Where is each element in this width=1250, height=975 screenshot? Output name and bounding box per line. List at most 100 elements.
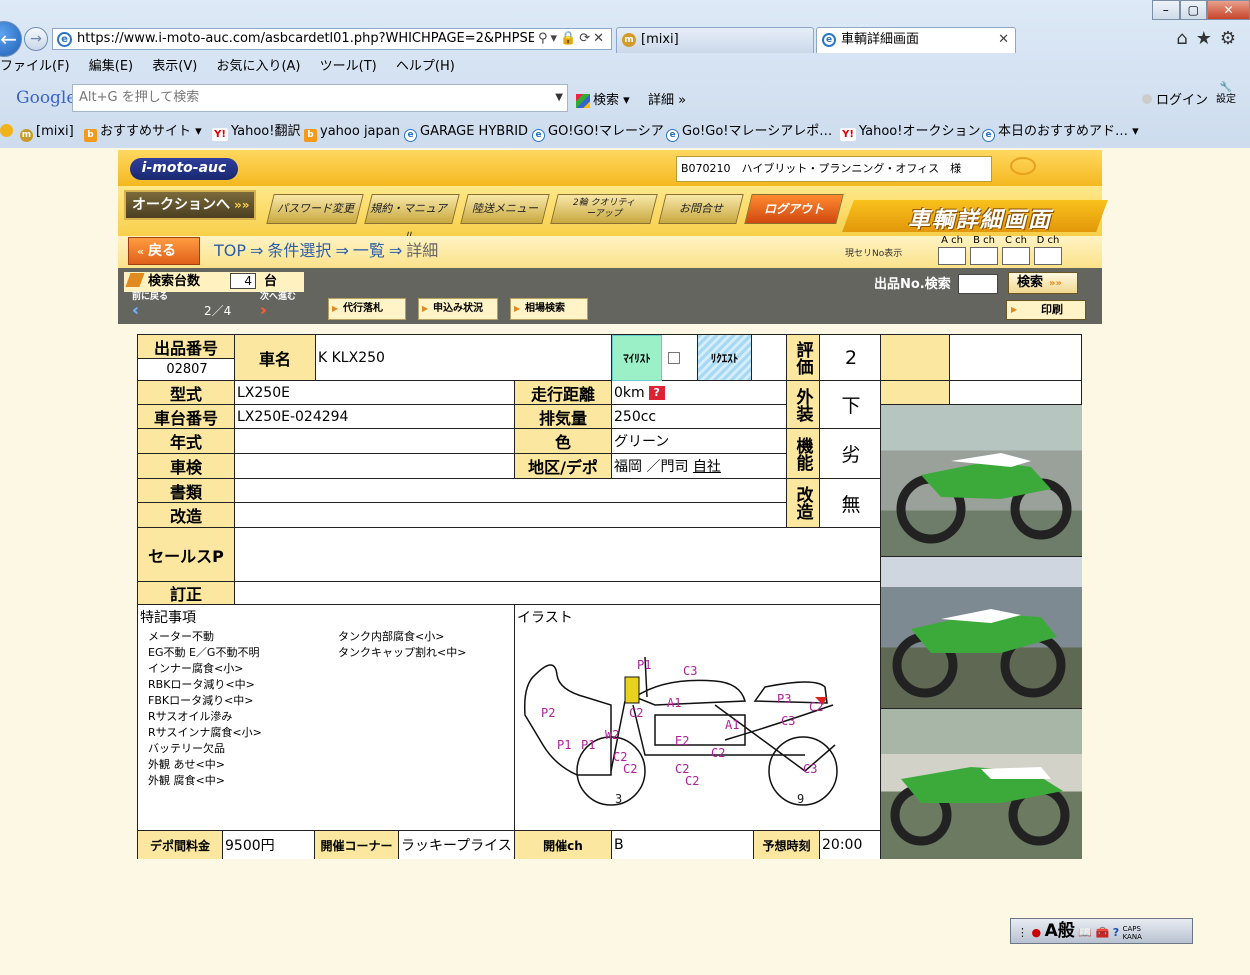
favorites-star-icon[interactable]: ★	[1196, 28, 1220, 49]
mixi-icon: m	[622, 33, 636, 47]
auction-button-label: オークションへ	[132, 197, 230, 213]
channel-c-value	[1002, 247, 1030, 265]
menu-logout[interactable]: ログアウト	[744, 194, 844, 224]
browser-back-button[interactable]: ←	[0, 21, 22, 57]
help-icon[interactable]: ?	[648, 385, 665, 400]
google-search-placeholder: Alt+G を押して検索	[79, 90, 200, 105]
menu-quality-up[interactable]: 2輪 クオリティーアップ	[550, 194, 658, 224]
google-search-icon	[576, 93, 590, 108]
menu-help[interactable]: ヘルプ(H)	[396, 59, 455, 74]
fav-label: Yahoo!翻訳	[231, 124, 301, 139]
breadcrumb-condition[interactable]: 条件選択	[267, 241, 331, 260]
google-login-button[interactable]: ログイン	[1142, 89, 1208, 108]
menu-terms-manual[interactable]: 規約・マニュアル	[364, 194, 460, 243]
fav-gogo-malaysia[interactable]: e GO!GO!マレーシア	[532, 120, 664, 144]
address-bar[interactable]: e https://www.i-moto-auc.com/asbcardetl0…	[52, 28, 612, 50]
close-tab-icon[interactable]: ✕	[998, 28, 1009, 52]
menu-favorites[interactable]: お気に入り(A)	[216, 59, 300, 74]
mylist-cell	[662, 335, 698, 381]
blank-label-cell	[881, 335, 950, 381]
ime-help-icon[interactable]: ?	[1113, 926, 1119, 939]
ime-kanji[interactable]: 般	[1058, 921, 1075, 941]
fav-garage-hybrid[interactable]: e GARAGE HYBRID	[404, 120, 528, 144]
window-controls: – ▢ ✕	[1152, 0, 1250, 20]
special-notes-title: 特記事項	[140, 610, 196, 626]
menu-label: 陸送メニュー	[472, 202, 538, 215]
vehicle-photo-3[interactable]	[881, 709, 1082, 859]
chevron-down-icon[interactable]: ▼	[555, 85, 563, 111]
application-status-button[interactable]: 申込み状況	[418, 298, 498, 320]
ime-pen-icon[interactable]: ●	[1032, 926, 1042, 939]
double-left-arrow-icon: «	[137, 245, 145, 258]
proxy-bid-button[interactable]: 代行落札	[328, 298, 406, 320]
menu-transport[interactable]: 陸送メニュー	[460, 194, 550, 224]
ime-toolbar[interactable]: ⋮ ● A般 📖 🧰 ? CAPS KANA	[1010, 918, 1193, 944]
menu-tools[interactable]: ツール(T)	[320, 59, 377, 74]
back-button[interactable]: «戻る	[128, 237, 200, 265]
favorites-star-icon[interactable]	[0, 120, 16, 144]
label-grade: 評価	[787, 335, 820, 381]
google-search-input[interactable]: Alt+G を押して検索 ▼	[72, 84, 568, 112]
special-notes: 特記事項 メーター不動 EG不動 E／G不動不明 インナー腐食<小> RBKロー…	[138, 605, 515, 831]
home-icon[interactable]: ⌂	[1176, 28, 1195, 49]
note-item: タンクキャップ割れ<中>	[338, 646, 467, 659]
google-logo: Google	[16, 88, 77, 108]
auction-button[interactable]: オークションへ »»	[124, 190, 256, 220]
menu-password-change[interactable]: パスワード変更	[266, 194, 364, 224]
right-arrows-icon: ›››››	[260, 301, 267, 319]
fav-label: 本日のおすすめアド…	[998, 124, 1129, 139]
fav-mixi[interactable]: m [mixi]	[20, 120, 74, 144]
menu-label: ログアウト	[763, 202, 824, 216]
vehicle-photo-2[interactable]	[881, 557, 1082, 709]
fav-label: GO!GO!マレーシア	[548, 124, 664, 139]
next-button[interactable]: 次へ進む ›››››	[260, 292, 296, 318]
fav-todays-recommend[interactable]: e 本日のおすすめアド… ▾	[982, 120, 1139, 144]
fav-yahoo-japan[interactable]: b yahoo japan	[304, 120, 400, 144]
vehicle-photo-1[interactable]	[881, 405, 1082, 557]
menu-view[interactable]: 表示(V)	[152, 59, 197, 74]
close-window-button[interactable]: ✕	[1207, 0, 1250, 20]
fav-gogo-malaysia-report[interactable]: e Go!Go!マレーシアレポ…	[666, 120, 832, 144]
lot-search-button[interactable]: 検索 »»	[1008, 272, 1078, 294]
bing-icon: b	[304, 129, 317, 142]
mylist-checkbox[interactable]	[668, 351, 680, 364]
menu-file[interactable]: ファイル(F)	[0, 59, 70, 74]
caps-label: CAPS	[1122, 925, 1141, 933]
market-search-button[interactable]: 相場検索	[510, 298, 588, 320]
google-search-button[interactable]: 検索 ▾	[576, 89, 630, 108]
ime-dictionary-icon[interactable]: 📖	[1078, 926, 1092, 939]
breadcrumb-top[interactable]: TOP	[214, 241, 246, 260]
ime-tools-icon[interactable]: 🧰	[1095, 926, 1109, 939]
frame-outline	[610, 700, 836, 772]
prev-button[interactable]: 前に戻る ‹‹‹‹‹	[132, 292, 168, 318]
minimize-button[interactable]: –	[1152, 0, 1180, 20]
site-logo[interactable]: i-moto-auc	[130, 158, 238, 180]
label-inspection: 車検	[138, 454, 235, 479]
blank-label-cell	[881, 381, 950, 405]
address-tools-icon[interactable]: ⚲▾🔒⟳✕	[533, 29, 607, 49]
google-settings-button[interactable]: 🔧 設定	[1216, 82, 1236, 106]
value-model: LX250E	[235, 381, 515, 405]
fav-recommended[interactable]: b おすすめサイト ▾	[84, 120, 202, 144]
prev-label: 前に戻る	[132, 292, 169, 302]
note-item: RBKロータ減り<中>	[148, 678, 255, 691]
tab-vehicle-detail[interactable]: e 車輌詳細画面 ✕	[816, 27, 1016, 53]
tab-mixi[interactable]: m [mixi]	[616, 27, 814, 53]
tools-gear-icon[interactable]: ⚙	[1220, 28, 1244, 49]
label-mods-grade: 改造	[787, 479, 820, 528]
request-button[interactable]: ﾘｸｴｽﾄ	[698, 335, 752, 381]
browser-forward-button[interactable]: →	[24, 27, 48, 51]
menu-edit[interactable]: 編集(E)	[89, 59, 133, 74]
lot-search-input[interactable]	[958, 274, 998, 294]
right-arrow-icon: ⇒	[250, 241, 264, 260]
fav-yahoo-translate[interactable]: Y! Yahoo!翻訳	[212, 120, 300, 144]
breadcrumb-list[interactable]: 一覧	[353, 241, 385, 260]
depot-link[interactable]: 自社	[693, 456, 721, 476]
fav-yahoo-auction[interactable]: Y! Yahoo!オークション	[840, 120, 980, 144]
menu-contact[interactable]: お問合せ	[658, 194, 744, 224]
ime-mode[interactable]: A	[1045, 921, 1058, 941]
value-displacement: 250cc	[612, 405, 787, 429]
maximize-button[interactable]: ▢	[1179, 0, 1208, 20]
google-more-button[interactable]: 詳細 »	[648, 89, 686, 108]
print-button[interactable]: 印刷	[1006, 300, 1086, 320]
